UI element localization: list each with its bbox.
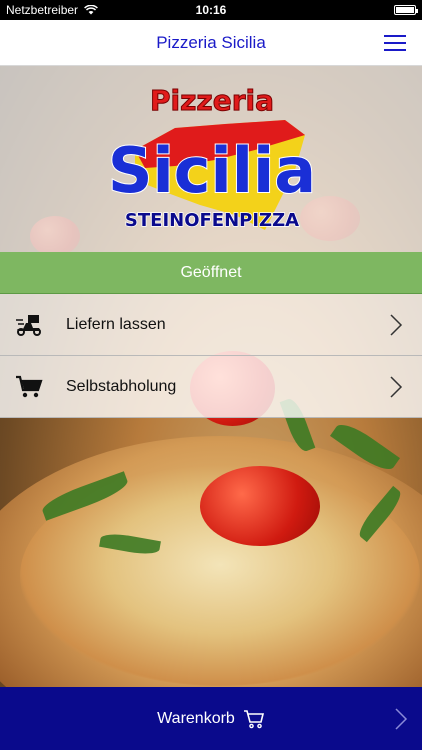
logo-area: Pizzeria Sicilia STEINOFENPIZZA bbox=[0, 66, 422, 252]
logo-line2: Sicilia bbox=[108, 134, 316, 207]
status-bar: Netzbetreiber 10:16 bbox=[0, 0, 422, 20]
clock: 10:16 bbox=[195, 3, 227, 17]
pickup-option[interactable]: Selbstabholung bbox=[0, 356, 422, 418]
nav-bar: Pizzeria Sicilia bbox=[0, 20, 422, 66]
shopping-cart-icon bbox=[14, 374, 44, 400]
pizzeria-sicilia-logo: Pizzeria Sicilia STEINOFENPIZZA bbox=[107, 84, 317, 232]
open-status-banner: Geöffnet bbox=[0, 252, 422, 294]
hamburger-menu-icon[interactable] bbox=[384, 35, 406, 51]
chevron-right-icon bbox=[395, 708, 408, 730]
delivery-option[interactable]: Liefern lassen bbox=[0, 294, 422, 356]
delivery-scooter-icon bbox=[14, 312, 44, 338]
status-right bbox=[394, 5, 418, 15]
page-title: Pizzeria Sicilia bbox=[156, 33, 266, 52]
pickup-option-label: Selbstabholung bbox=[66, 377, 177, 395]
logo-line1: Pizzeria bbox=[150, 84, 274, 117]
cart-button[interactable]: Warenkorb bbox=[0, 687, 422, 750]
cart-outline-icon bbox=[243, 709, 264, 728]
chevron-right-icon bbox=[390, 313, 403, 336]
logo-line3: STEINOFENPIZZA bbox=[125, 210, 299, 231]
cart-label: Warenkorb bbox=[157, 709, 235, 727]
chevron-right-icon bbox=[390, 375, 403, 398]
delivery-option-label: Liefern lassen bbox=[66, 315, 166, 333]
battery-icon bbox=[394, 5, 418, 15]
